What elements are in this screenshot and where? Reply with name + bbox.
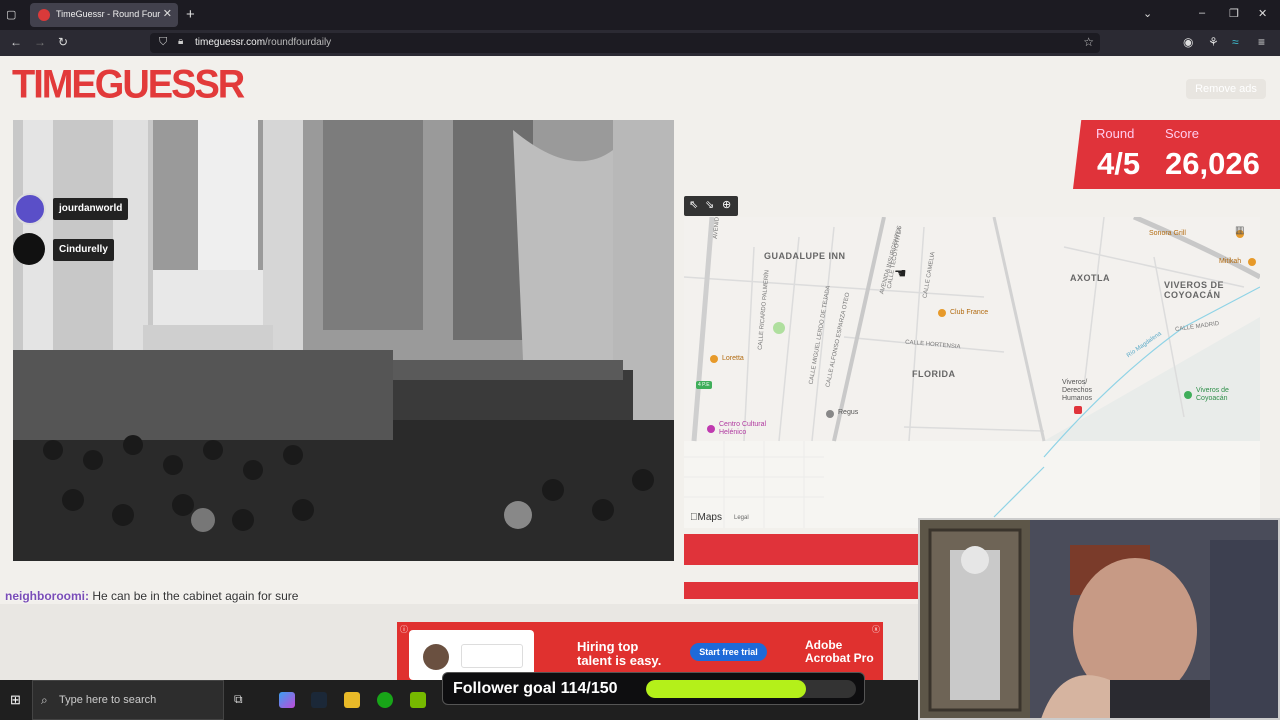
map-streets	[684, 217, 1260, 528]
chat-user-cindurelly: Cindurelly	[53, 239, 114, 261]
ad-info-icon[interactable]: ⓘ	[400, 624, 408, 635]
nvidia-icon[interactable]	[410, 692, 426, 708]
tab-overflow-chevron-icon[interactable]: ⌄	[1143, 7, 1152, 20]
browser-tabbar: ▢ TimeGuessr - Round Four ✕ + ⌄ – ❐ ✕	[0, 0, 1280, 30]
shield-icon[interactable]: ⛉	[159, 36, 167, 49]
map-legal-link[interactable]: Legal	[734, 515, 749, 521]
score-label: Score	[1165, 126, 1199, 141]
guess-marker-icon[interactable]	[773, 322, 785, 334]
score-value: 26,026	[1165, 146, 1260, 181]
webcam-image	[920, 520, 1278, 718]
map-area-florida: FLORIDA	[912, 369, 956, 379]
chat-message-user: neighboroomi:	[5, 589, 89, 603]
route-badge: 4 P.E	[696, 381, 712, 389]
window-close-icon[interactable]: ✕	[1258, 7, 1267, 20]
file-explorer-icon[interactable]	[344, 692, 360, 708]
poi-derechos-humanos-icon[interactable]	[1074, 406, 1082, 414]
reload-icon[interactable]: ↻	[58, 35, 68, 49]
taskbar-search-placeholder[interactable]: Type here to search	[59, 694, 156, 706]
new-tab-icon[interactable]: +	[186, 6, 195, 23]
guess-map[interactable]: GUADALUPE INN AXOTLA VIVEROS DE COYOACÁN…	[684, 217, 1260, 528]
taskbar-search[interactable]: ⌕ Type here to search	[32, 680, 224, 720]
round-label: Round	[1096, 126, 1135, 141]
poi-viveros-park-icon[interactable]	[1184, 391, 1192, 399]
url-bar[interactable]: ⛉ 🔒︎ timeguessr.com/roundfourdaily ☆	[150, 33, 1100, 53]
poi-viveros-park[interactable]: Viveros de Coyoacán	[1196, 387, 1236, 403]
tab-list-icon[interactable]: ▢	[6, 8, 20, 22]
round-value: 4/5	[1097, 146, 1141, 181]
map-area-axotla: AXOTLA	[1070, 273, 1110, 283]
minimize-icon[interactable]: –	[1199, 7, 1205, 19]
steam-icon[interactable]	[311, 692, 327, 708]
ad-close-icon[interactable]: ⓧ	[872, 624, 880, 635]
parliament-photo-image	[13, 120, 674, 561]
map-reset-icon[interactable]: ⊕	[722, 198, 731, 211]
ad-headline: Hiring top talent is easy.	[577, 639, 662, 668]
bookmark-star-icon[interactable]: ☆	[1083, 35, 1094, 49]
round-score-panel: Round Score 4/5 26,026	[1073, 120, 1280, 189]
back-icon[interactable]: ←	[10, 35, 22, 49]
map-area-guadalupe-inn: GUADALUPE INN	[764, 251, 846, 261]
restore-icon[interactable]: ❐	[1229, 7, 1239, 20]
search-icon: ⌕	[41, 693, 48, 707]
map-area-viveros: VIVEROS DE COYOACÁN	[1164, 280, 1225, 300]
poi-centro-cultural-icon[interactable]	[707, 425, 715, 433]
poi-centro-cultural[interactable]: Centro Cultural Helénico	[719, 421, 779, 437]
forward-icon[interactable]: →	[34, 35, 46, 49]
map-size-controls: ⇖ ⇘ ⊕	[684, 196, 738, 216]
poi-regus[interactable]: Regus	[838, 409, 858, 416]
map-expand-icon[interactable]: ⇘	[705, 198, 714, 211]
apple-maps-logo: Maps	[690, 512, 722, 523]
streamer-webcam	[918, 518, 1280, 720]
menu-icon[interactable]: ≡	[1258, 35, 1265, 49]
timeguessr-favicon-icon	[38, 9, 50, 21]
chat-message: neighboroomi: He can be in the cabinet a…	[5, 589, 298, 603]
extension-icon[interactable]: ≈	[1232, 35, 1239, 49]
follower-goal-overlay: Follower goal 114/150	[442, 672, 865, 705]
cindurelly-avatar	[13, 233, 45, 265]
ad-card-box	[461, 644, 523, 668]
poi-mitikah[interactable]: Mitikah	[1219, 258, 1241, 265]
secondary-button[interactable]	[684, 582, 918, 599]
poi-club-france-icon[interactable]	[938, 309, 946, 317]
poi-regus-icon[interactable]	[826, 410, 834, 418]
poi-club-france[interactable]: Club France	[950, 309, 988, 316]
close-tab-icon[interactable]: ✕	[163, 7, 172, 20]
round-photo	[13, 120, 674, 561]
poi-loretta[interactable]: Loretta	[722, 355, 744, 362]
poi-mitikah-icon[interactable]	[1248, 258, 1256, 266]
jourdanworld-avatar	[14, 193, 46, 225]
guess-button[interactable]	[684, 534, 918, 565]
follower-goal-bar	[646, 680, 856, 698]
ad-brand: Adobe Acrobat Pro	[805, 638, 874, 665]
lock-icon[interactable]: 🔒︎	[178, 36, 183, 47]
url-text[interactable]: timeguessr.com/roundfourdaily	[195, 37, 331, 48]
map-layers-icon[interactable]: ▥	[1235, 225, 1244, 236]
extensions-icon[interactable]: ⚘	[1208, 35, 1219, 49]
ad-avatar	[423, 644, 449, 670]
xbox-icon[interactable]	[377, 692, 393, 708]
poi-derechos-humanos[interactable]: Viveros/ Derechos Humanos	[1062, 379, 1102, 403]
remove-ads-button[interactable]: Remove ads	[1186, 79, 1266, 99]
timeguessr-logo[interactable]: TIMEGUESSR	[12, 63, 245, 108]
task-view-icon[interactable]: ⧉	[234, 692, 243, 707]
ad-start-trial-button[interactable]: Start free trial	[690, 643, 767, 661]
poi-loretta-icon[interactable]	[710, 355, 718, 363]
tab-title: TimeGuessr - Round Four	[56, 9, 161, 19]
map-shrink-icon[interactable]: ⇖	[689, 198, 698, 211]
account-icon[interactable]: ◉	[1183, 35, 1193, 49]
follower-goal-label: Follower goal 114/150	[453, 680, 618, 697]
chat-user-jourdanworld: jourdanworld	[53, 198, 129, 220]
copilot-icon[interactable]	[279, 692, 295, 708]
chat-message-text: He can be in the cabinet again for sure	[89, 589, 299, 603]
poi-sonora-grill[interactable]: Sonora Grill	[1149, 230, 1186, 237]
browser-navbar: ← → ↻ ⛉ 🔒︎ timeguessr.com/roundfourdaily…	[0, 30, 1280, 56]
browser-tab[interactable]: TimeGuessr - Round Four ✕	[30, 3, 178, 27]
hand-cursor-icon: ☚	[894, 265, 907, 281]
follower-goal-fill	[646, 680, 806, 698]
windows-start-icon[interactable]: ⊞	[10, 692, 21, 708]
